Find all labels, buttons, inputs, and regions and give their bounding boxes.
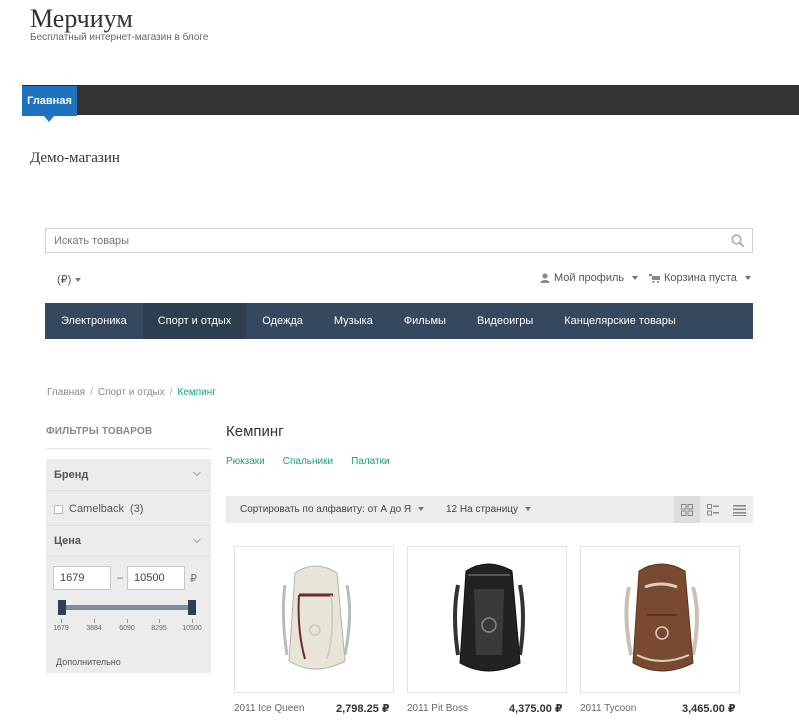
slider-tick (94, 619, 95, 623)
subcategory-tents[interactable]: Палатки (351, 456, 389, 467)
chevron-down-icon (744, 276, 751, 280)
product-price: 2,798.25 ₽ (336, 703, 390, 715)
divider (46, 448, 211, 449)
topnav-item-home[interactable]: Главная (22, 86, 77, 122)
view-compact-button[interactable] (726, 496, 752, 523)
backpack-image-icon (453, 563, 525, 672)
site-description: Бесплатный интернет-магазин в блоге (30, 32, 209, 43)
breadcrumb-separator: / (169, 387, 173, 398)
search-input[interactable] (46, 229, 706, 252)
chevron-down-icon (525, 507, 532, 512)
cart-icon (649, 274, 660, 283)
filters-title: ФИЛЬТРЫ ТОВАРОВ (46, 426, 153, 437)
per-page-dropdown[interactable]: 12 На страницу (446, 504, 532, 515)
view-list-button[interactable] (700, 496, 726, 523)
slider-tick-label: 6090 (119, 625, 135, 632)
slider-tick-label: 10500 (182, 625, 202, 632)
lines-icon (732, 504, 746, 516)
backpack-image-icon (281, 565, 352, 670)
product-card[interactable] (407, 546, 567, 693)
grid-icon (681, 503, 693, 516)
chevron-down-icon (632, 276, 639, 280)
breadcrumb-separator: / (90, 387, 93, 398)
chevron-down-icon (193, 471, 201, 477)
slider-tick-label: 3884 (86, 625, 102, 632)
product-name[interactable]: 2011 Tycoon (580, 703, 636, 714)
view-grid-button[interactable] (674, 496, 700, 523)
product-card[interactable] (580, 546, 740, 693)
currency-label: (₽) (57, 274, 72, 286)
cart-menu[interactable]: Корзина пуста (649, 272, 751, 284)
checkbox[interactable] (54, 504, 63, 514)
filter-more-link[interactable]: Дополнительно (56, 657, 121, 667)
sort-label: Сортировать по алфавиту: от А до Я (240, 504, 412, 515)
product-price: 4,375.00 ₽ (509, 703, 563, 715)
user-icon (540, 273, 550, 283)
currency-selector[interactable]: (₽) (57, 273, 82, 286)
category-title: Кемпинг (226, 423, 284, 440)
category-navigation: Электроника Спорт и отдых Одежда Музыка … (45, 303, 753, 339)
price-slider-min-handle[interactable] (58, 600, 66, 615)
category-clothes[interactable]: Одежда (246, 303, 318, 339)
price-currency: ₽ (190, 573, 197, 585)
chevron-down-icon (75, 278, 82, 283)
category-videogames[interactable]: Видеоигры (461, 303, 548, 339)
breadcrumb-parent[interactable]: Спорт и отдых (98, 387, 165, 398)
price-min-input[interactable]: 1679 (53, 566, 111, 590)
filter-option-label: Camelback (69, 503, 125, 515)
price-slider-max-handle[interactable] (188, 600, 196, 615)
products-toolbar: Сортировать по алфавиту: от А до Я 12 На… (226, 496, 753, 523)
price-max-input[interactable]: 10500 (127, 566, 185, 590)
filter-price-label: Цена (54, 535, 82, 547)
subcategory-sleeping-bags[interactable]: Спальники (283, 456, 333, 467)
product-price: 3,465.00 ₽ (682, 703, 736, 715)
category-sport[interactable]: Спорт и отдых (142, 303, 247, 339)
category-movies[interactable]: Фильмы (388, 303, 461, 339)
product-name[interactable]: 2011 Ice Queen (234, 703, 304, 714)
breadcrumb: Главная / Спорт и отдых / Кемпинг (47, 387, 216, 398)
category-stationery[interactable]: Канцелярские товары (548, 303, 691, 339)
filter-price-header[interactable]: Цена (46, 525, 211, 557)
subcategory-links: Рюкзаки Спальники Палатки (226, 456, 390, 467)
breadcrumb-home[interactable]: Главная (47, 387, 85, 398)
product-name[interactable]: 2011 Pit Boss (407, 703, 468, 714)
profile-label: Мой профиль (554, 272, 625, 284)
category-electronics[interactable]: Электроника (45, 303, 143, 339)
price-slider-scale: 1679 3884 6090 8295 10500 (53, 619, 203, 635)
slider-tick-label: 8295 (151, 625, 167, 632)
backpack-image-icon (624, 563, 699, 672)
list-thumbnail-icon (707, 503, 719, 515)
slider-tick-label: 1679 (53, 625, 69, 632)
per-page-label: 12 На страницу (446, 504, 519, 515)
subcategory-backpacks[interactable]: Рюкзаки (226, 456, 265, 467)
chevron-down-icon (418, 507, 425, 512)
filter-option-count: (3) (130, 503, 144, 515)
cart-label: Корзина пуста (664, 272, 737, 284)
price-slider-track[interactable] (61, 605, 193, 610)
category-music[interactable]: Музыка (318, 303, 388, 339)
filter-brand-header[interactable]: Бренд (46, 459, 211, 491)
slider-tick (192, 619, 193, 623)
price-dash: – (117, 572, 124, 584)
search-icon[interactable] (731, 234, 745, 248)
search-box (45, 228, 753, 253)
chevron-down-icon (193, 538, 201, 544)
breadcrumb-current[interactable]: Кемпинг (178, 387, 216, 398)
slider-tick (159, 619, 160, 623)
profile-menu[interactable]: Мой профиль (540, 272, 639, 284)
sort-dropdown[interactable]: Сортировать по алфавиту: от А до Я (240, 504, 425, 515)
filter-brand-label: Бренд (54, 468, 89, 481)
site-title[interactable]: Мерчиум (30, 4, 133, 34)
top-navigation: Главная (22, 85, 799, 122)
filter-option-camelback[interactable]: Camelback (3) (54, 503, 143, 515)
slider-tick (61, 619, 62, 623)
page-title: Демо-магазин (30, 150, 120, 166)
product-card[interactable] (234, 546, 394, 693)
slider-tick (127, 619, 128, 623)
